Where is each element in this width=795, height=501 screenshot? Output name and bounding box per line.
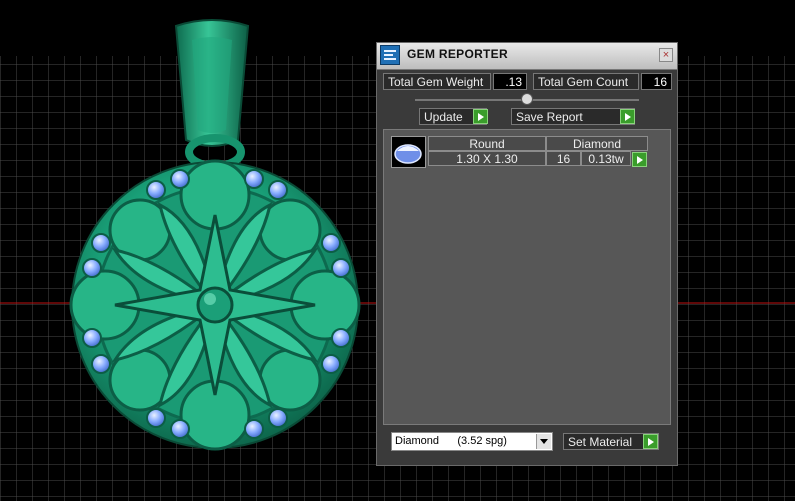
- pendant-body: [69, 159, 361, 451]
- material-selected-value: Diamond (3.52 spg): [395, 435, 507, 447]
- set-material-go-icon[interactable]: [643, 434, 658, 449]
- gem-size-cell: 1.30 X 1.30: [428, 151, 546, 166]
- update-go-icon[interactable]: [473, 109, 488, 124]
- panel-title: GEM REPORTER: [407, 47, 508, 61]
- total-gem-weight-label: Total Gem Weight: [383, 73, 491, 90]
- row-go-icon[interactable]: [632, 152, 647, 167]
- total-gem-count-label: Total Gem Count: [533, 73, 639, 90]
- gem-reporter-app-icon: [380, 45, 400, 65]
- total-gem-count-value: 16: [641, 73, 672, 90]
- close-icon[interactable]: ×: [659, 48, 673, 62]
- chevron-down-icon[interactable]: [536, 434, 551, 449]
- material-header: Diamond: [546, 136, 648, 151]
- slider-handle[interactable]: [521, 93, 533, 105]
- gem-reporter-panel: GEM REPORTER × Total Gem Weight .13 Tota…: [376, 42, 678, 466]
- gem-weight-cell: 0.13tw: [581, 151, 631, 166]
- total-gem-weight-value: .13: [493, 73, 527, 90]
- report-area: Round Diamond 1.30 X 1.30 16 0.13tw: [383, 129, 671, 425]
- round-gem-icon: [391, 136, 426, 168]
- save-report-button[interactable]: Save Report: [511, 108, 635, 125]
- save-report-go-icon[interactable]: [620, 109, 635, 124]
- gem-count-cell: 16: [546, 151, 581, 166]
- shape-header: Round: [428, 136, 546, 151]
- panel-titlebar[interactable]: GEM REPORTER ×: [377, 43, 677, 70]
- material-dropdown[interactable]: Diamond (3.52 spg): [391, 432, 553, 451]
